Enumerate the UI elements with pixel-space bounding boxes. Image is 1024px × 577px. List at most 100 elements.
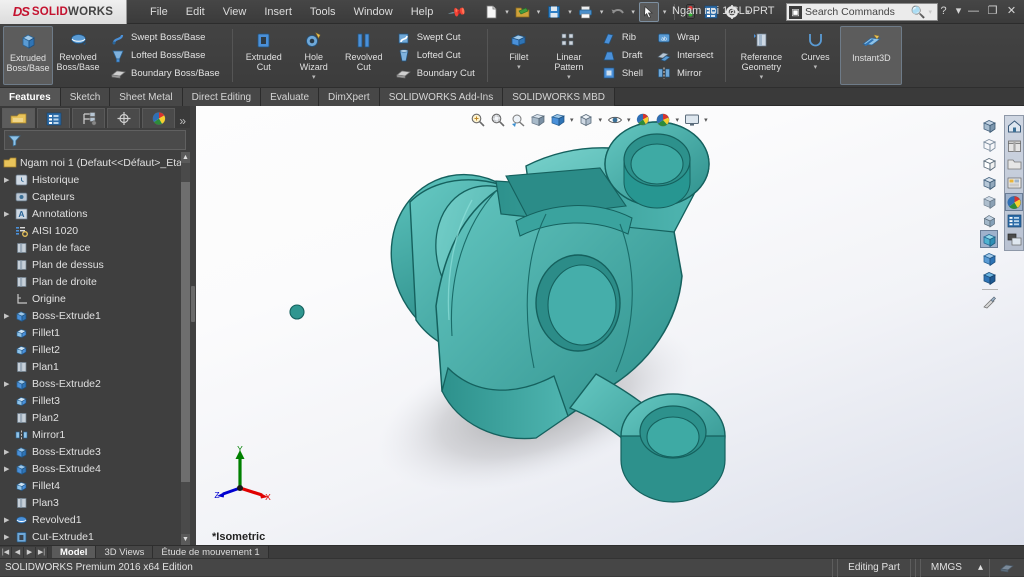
zoom-fit-icon[interactable] [468, 110, 487, 129]
menu-item-insert[interactable]: Insert [255, 3, 301, 21]
hlr-cube-icon[interactable] [980, 154, 998, 172]
3d-model-yoke-part[interactable] [196, 106, 1024, 545]
search-commands-box[interactable]: ▣ Search Commands 🔍 ▾ [786, 3, 938, 21]
hide-show-icon[interactable] [605, 110, 624, 129]
tree-item-boss-extrude2[interactable]: ▶ Boss-Extrude2 [0, 375, 190, 392]
hole-wizard-button[interactable]: Hole Wizard ▾ [289, 26, 339, 85]
undo-caret[interactable]: ▾ [628, 8, 638, 16]
rib-button[interactable]: Rib [596, 29, 647, 47]
print-document-button[interactable] [576, 2, 596, 22]
realview-cube-icon[interactable] [980, 268, 998, 286]
linear-pattern-button[interactable]: Linear Pattern ▾ [544, 26, 594, 85]
curves-dropdown-caret[interactable]: ▾ [814, 63, 818, 71]
tree-item-revolved1[interactable]: ▶ Revolved1 [0, 511, 190, 528]
menu-item-file[interactable]: File [141, 3, 177, 21]
display-manager-tab[interactable] [142, 108, 175, 128]
select-tool-button[interactable] [638, 1, 659, 22]
ao-cube-icon[interactable] [980, 249, 998, 267]
tree-item-material[interactable]: AISI 1020 [0, 222, 190, 239]
configuration-manager-tab[interactable] [72, 108, 105, 128]
scene-icon[interactable] [654, 110, 673, 129]
property-manager-tab[interactable] [37, 108, 70, 128]
fillet-button[interactable]: Fillet ▾ [494, 26, 544, 85]
scroll-up-arrow[interactable]: ▲ [181, 152, 190, 163]
feature-tree-scrollbar[interactable]: ▲ ▼ [181, 152, 190, 545]
shaded-cube-icon[interactable] [980, 192, 998, 210]
monitor-caret[interactable]: ▾ [702, 116, 710, 124]
lofted-boss-base-button[interactable]: Lofted Boss/Base [105, 47, 224, 65]
reference-geometry-button[interactable]: Reference Geometry ▾ [732, 26, 790, 85]
overlay-icon[interactable] [989, 558, 1024, 577]
tree-item-origine[interactable]: Origine [0, 290, 190, 307]
next-tab-button[interactable]: ▶ [24, 546, 36, 558]
tree-item-plan1[interactable]: Plan1 [0, 358, 190, 375]
tab-dimxpert[interactable]: DimXpert [319, 88, 380, 106]
section-view-icon[interactable] [528, 110, 547, 129]
draft-button[interactable]: Draft [596, 47, 647, 65]
feature-manager-tab[interactable] [2, 108, 35, 128]
feature-filter-input[interactable] [4, 130, 186, 150]
tree-item-annotations[interactable]: ▶ A Annotations [0, 205, 190, 222]
boundary-cut-button[interactable]: Boundary Cut [391, 64, 479, 82]
minimize-button[interactable]: — [965, 2, 982, 19]
folder-icon[interactable] [1005, 155, 1023, 173]
extruded-boss-base-button[interactable]: Extruded Boss/Base [3, 26, 53, 85]
expand-arrow-icon[interactable]: ▶ [4, 516, 14, 524]
linear-pattern-dropdown-caret[interactable]: ▾ [567, 73, 571, 81]
tab-sheet-metal[interactable]: Sheet Metal [110, 88, 183, 106]
scrollbar-thumb[interactable] [181, 182, 190, 482]
help-button[interactable]: ? [935, 2, 952, 19]
menu-item-window[interactable]: Window [345, 3, 402, 21]
tree-item-historique[interactable]: ▶ Historique [0, 171, 190, 188]
scroll-down-arrow[interactable]: ▼ [181, 534, 190, 545]
view-orientation-caret[interactable]: ▾ [568, 116, 576, 124]
perspective-cube-icon[interactable] [980, 211, 998, 229]
view-palette-icon[interactable] [1005, 231, 1023, 249]
tab-model[interactable]: Model [52, 545, 97, 559]
properties-list-icon[interactable] [1005, 212, 1023, 230]
tab-motion-study[interactable]: Étude de mouvement 1 [153, 545, 269, 559]
tree-item-mirror1[interactable]: Mirror1 [0, 426, 190, 443]
pushpin-icon[interactable]: 📌 [448, 1, 468, 21]
display-style-caret[interactable]: ▾ [597, 116, 605, 124]
status-units[interactable]: MMGS [919, 558, 972, 577]
section-knife-icon[interactable] [980, 293, 998, 311]
display-style-icon[interactable] [577, 110, 596, 129]
boundary-boss-base-button[interactable]: Boundary Boss/Base [105, 64, 224, 82]
previous-view-icon[interactable] [508, 110, 527, 129]
monitor-icon[interactable] [682, 110, 701, 129]
new-document-button[interactable] [481, 2, 501, 22]
extruded-cut-button[interactable]: Extruded Cut [239, 26, 289, 85]
tree-item-plan-de-dessus[interactable]: Plan de dessus [0, 256, 190, 273]
wireframe-cube-icon[interactable] [980, 116, 998, 134]
tab-direct-editing[interactable]: Direct Editing [182, 88, 262, 106]
expand-arrow-icon[interactable]: ▶ [4, 465, 14, 473]
prev-tab-button[interactable]: ◀ [12, 546, 24, 558]
home-icon[interactable] [1005, 117, 1023, 135]
appearance-sphere-icon[interactable] [634, 110, 653, 129]
tree-item-fillet3[interactable]: Fillet3 [0, 392, 190, 409]
instant3d-button[interactable]: Instant3D [840, 26, 903, 85]
reference-geometry-dropdown-caret[interactable]: ▾ [760, 73, 764, 81]
fillet-dropdown-caret[interactable]: ▾ [517, 63, 521, 71]
tree-item-plan2[interactable]: Plan2 [0, 409, 190, 426]
revolved-boss-base-button[interactable]: Revolved Boss/Base [53, 26, 103, 85]
magnifier-icon[interactable]: 🔍 [911, 5, 926, 19]
zoom-area-icon[interactable] [488, 110, 507, 129]
expand-arrow-icon[interactable]: ▶ [4, 176, 14, 184]
hole-wizard-dropdown-caret[interactable]: ▾ [312, 73, 316, 81]
hidden-lines-cube-icon[interactable] [980, 135, 998, 153]
view-orientation-icon[interactable] [548, 110, 567, 129]
menu-item-help[interactable]: Help [402, 3, 443, 21]
swept-boss-base-button[interactable]: Swept Boss/Base [105, 29, 224, 47]
tree-item-fillet4[interactable]: Fillet4 [0, 477, 190, 494]
menu-item-edit[interactable]: Edit [177, 3, 214, 21]
expand-arrow-icon[interactable]: ▶ [4, 312, 14, 320]
tree-item-plan-de-face[interactable]: Plan de face [0, 239, 190, 256]
revolved-cut-button[interactable]: Revolved Cut [339, 26, 389, 85]
expand-arrow-icon[interactable]: ▶ [4, 448, 14, 456]
save-document-caret[interactable]: ▾ [565, 8, 575, 16]
tree-item-fillet1[interactable]: Fillet1 [0, 324, 190, 341]
new-document-caret[interactable]: ▾ [502, 8, 512, 16]
intersect-button[interactable]: Intersect [651, 47, 717, 65]
